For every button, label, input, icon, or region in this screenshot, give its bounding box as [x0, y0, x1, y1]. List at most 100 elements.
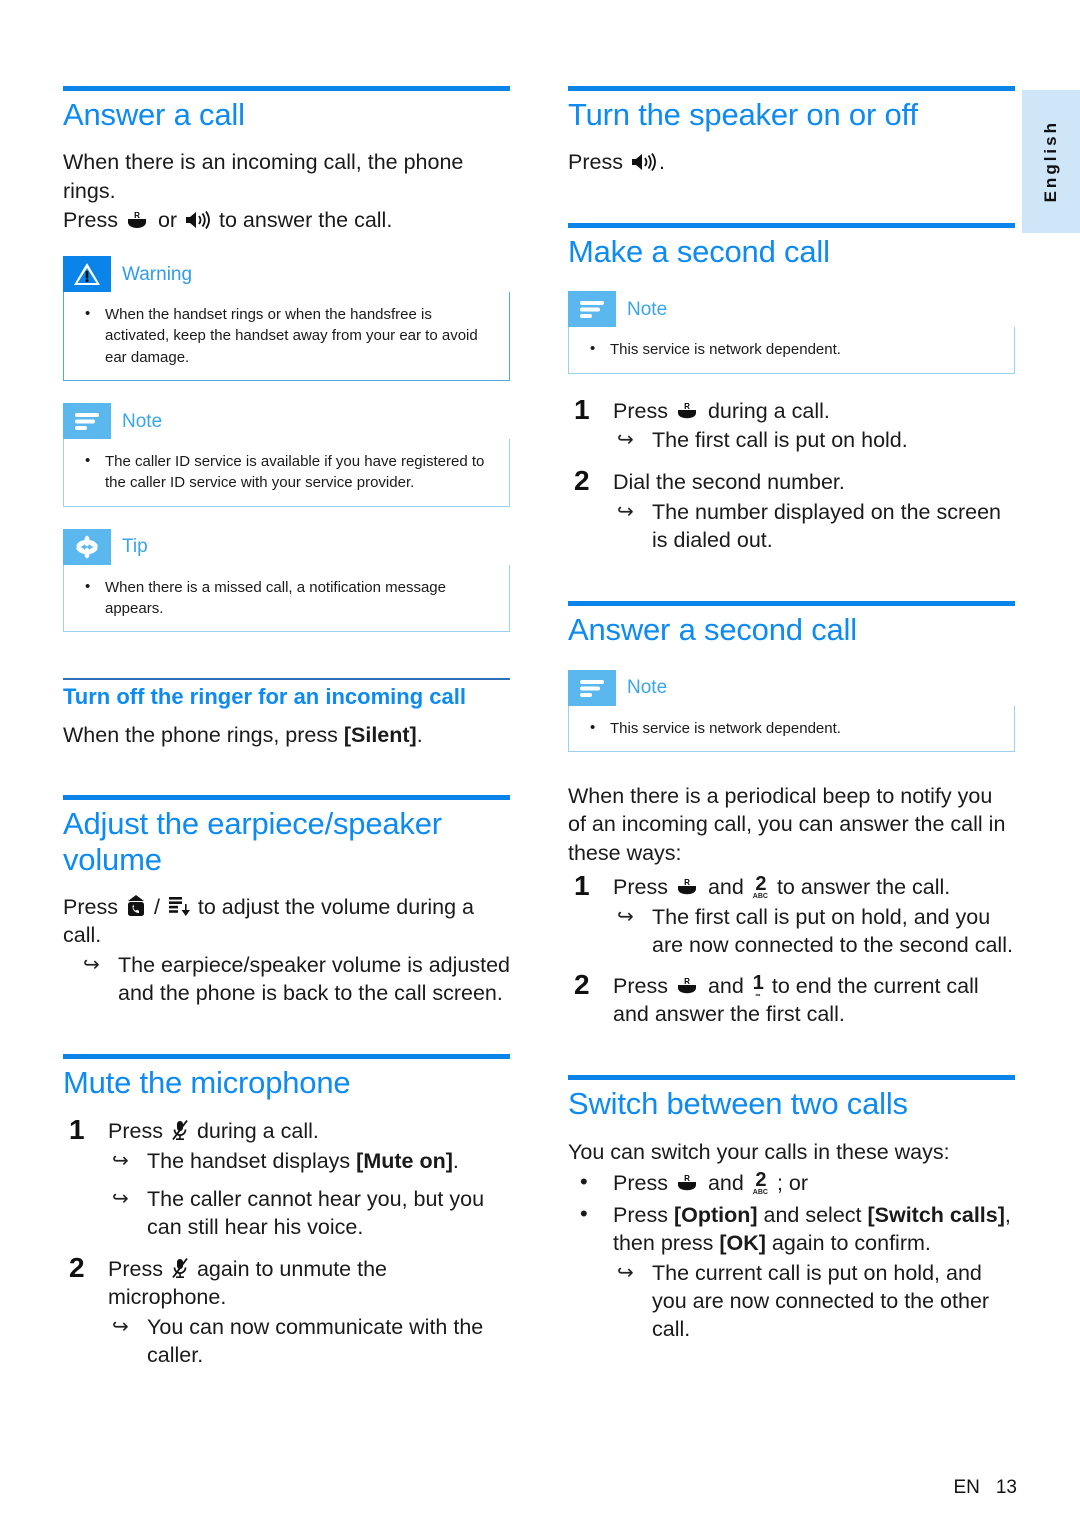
keypad-1-key-icon: 1 ∞ — [752, 972, 764, 999]
switch-calls-options: Press R and 2ABC ; or Press [Option] and… — [568, 1168, 1015, 1344]
answer-call-line1: When there is an incoming call, the phon… — [63, 150, 464, 203]
note-lines-icon — [568, 669, 616, 706]
step-result: The caller cannot hear you, but you can … — [108, 1186, 510, 1242]
list-item: Press R and 2ABC ; or — [568, 1168, 1015, 1198]
keypad-2-key-icon: 2 ABC — [753, 1170, 768, 1196]
turn-speaker-after: . — [658, 150, 665, 175]
warning-list: When the handset rings or when the hands… — [78, 303, 495, 368]
list-item: This service is network dependent. — [583, 338, 1000, 360]
section-rule — [63, 1053, 510, 1059]
tip-callout-body: When there is a missed call, a notificat… — [63, 564, 510, 633]
step-text: Press R and 2 ABC to answer the call. — [613, 874, 1015, 902]
volume-down-key-icon — [168, 895, 190, 917]
step-result: The handset displays [Mute on]. — [108, 1148, 510, 1176]
manual-page: English Answer a call When there is an i… — [0, 0, 1080, 1527]
keypad-letters: ABC — [752, 1189, 768, 1197]
adjust-volume-slash: / — [153, 894, 160, 919]
answer-call-line2-end: to answer the call. — [219, 207, 393, 232]
option-after-label: ; or — [776, 1171, 809, 1196]
step-after-label: to answer the call. — [776, 874, 951, 899]
switch-calls-menu-label: [Switch calls] — [867, 1203, 1005, 1228]
tip-callout-title: Tip — [122, 536, 148, 558]
note-callout-body: This service is network dependent. — [568, 327, 1015, 374]
adjust-volume-paragraph: Press / to adjust the volume during a ca… — [63, 893, 510, 950]
speaker-key-icon — [185, 210, 211, 230]
page-title-switch-calls: Switch between two calls — [568, 1086, 908, 1122]
option-text-1: Press — [613, 1203, 674, 1228]
page-title-mute-microphone: Mute the microphone — [63, 1064, 351, 1100]
step-press-label: Press — [613, 398, 668, 423]
list-item: Press again to unmute the microphone. Yo… — [63, 1253, 510, 1370]
note-lines-icon — [63, 403, 111, 439]
option-mid-label: and — [707, 1171, 744, 1196]
note-list: This service is network dependent. — [583, 338, 1000, 360]
section-rule — [568, 86, 1015, 91]
talk-key-icon: R — [676, 401, 700, 421]
svg-text:R: R — [684, 1174, 690, 1183]
adjust-volume-press-label: Press — [63, 894, 118, 919]
option-softkey-label: [Option] — [673, 1203, 758, 1228]
note-callout-body: The caller ID service is available if yo… — [63, 439, 510, 507]
step-mid-label: and — [707, 974, 744, 999]
right-column: Turn the speaker on or off Press . Make … — [568, 86, 1015, 1344]
list-item: Press R during a call. The first call is… — [568, 395, 1015, 456]
step-text: Press R during a call. — [613, 398, 1015, 426]
step-text: Press again to unmute the microphone. — [108, 1256, 510, 1312]
answer-second-call-steps: Press R and 2ABC to answer the call. The… — [568, 871, 1015, 1030]
answer-second-call-intro: When there is a periodical beep to notif… — [568, 783, 1006, 866]
keypad-digit: 1 — [752, 972, 764, 995]
speaker-key-icon — [631, 152, 657, 172]
list-item: When there is a missed call, a notificat… — [78, 576, 495, 620]
turn-off-ringer-paragraph: When the phone rings, press [Silent]. — [63, 721, 510, 750]
language-tab: English — [1022, 90, 1080, 233]
note-callout-header: Note — [568, 669, 1015, 706]
result-before: The handset displays — [147, 1149, 357, 1174]
step-after-label: during a call. — [196, 1119, 319, 1144]
turn-speaker-press-label: Press — [568, 150, 623, 175]
switch-calls-result: The current call is put on hold, and you… — [613, 1260, 1015, 1344]
option-text-4: again to confirm. — [765, 1231, 931, 1256]
note-list: The caller ID service is available if yo… — [78, 450, 495, 494]
option-text-2: and select — [757, 1203, 868, 1228]
step-press-label: Press — [108, 1256, 163, 1281]
page-footer: EN 13 — [0, 1477, 1080, 1499]
tip-callout-missed-call: Tip When there is a missed call, a notif… — [63, 528, 510, 633]
note-callout-make-second-call: Note This service is network dependent. — [568, 291, 1015, 374]
page-title-answer-second-call: Answer a second call — [568, 612, 857, 648]
svg-text:R: R — [684, 977, 690, 986]
note-callout-header: Note — [63, 403, 510, 439]
answer-call-press-label: Press — [63, 207, 118, 232]
svg-text:R: R — [134, 211, 140, 220]
step-result: You can now communicate with the caller. — [108, 1314, 510, 1370]
page-title-make-second-call: Make a second call — [568, 233, 830, 269]
step-mid-label: and — [707, 874, 744, 899]
talk-key-icon: R — [676, 1173, 700, 1193]
step-after-label: to end the current call and answer the f… — [613, 974, 979, 1027]
step-press-label: Press — [613, 974, 668, 999]
mute-mic-key-icon — [171, 1119, 189, 1141]
note-list: This service is network dependent. — [583, 717, 1000, 739]
silent-softkey-label: [Silent] — [343, 722, 417, 747]
note-callout-answer-second-call: Note This service is network dependent. — [568, 669, 1015, 752]
list-item: Press [Option] and select [Switch calls]… — [568, 1200, 1015, 1344]
tip-list: When there is a missed call, a notificat… — [78, 576, 495, 620]
language-tab-label: English — [1041, 120, 1060, 203]
list-item: The caller ID service is available if yo… — [78, 450, 495, 494]
list-item: When the handset rings or when the hands… — [78, 303, 495, 368]
ok-softkey-label: [OK] — [719, 1231, 766, 1256]
warning-callout: Warning When the handset rings or when t… — [63, 256, 510, 381]
section-rule — [568, 1075, 1015, 1081]
step-after-label: during a call. — [707, 398, 830, 423]
step-result: The first call is put on hold, and you a… — [613, 904, 1015, 960]
adjust-volume-result: The earpiece/speaker volume is adjusted … — [63, 952, 510, 1008]
list-item: Press R and 2ABC to answer the call. The… — [568, 871, 1015, 960]
step-text: Press during a call. — [108, 1118, 510, 1146]
list-item: This service is network dependent. — [583, 717, 1000, 739]
step-press-label: Press — [108, 1119, 163, 1144]
note-callout-header: Note — [568, 291, 1015, 328]
